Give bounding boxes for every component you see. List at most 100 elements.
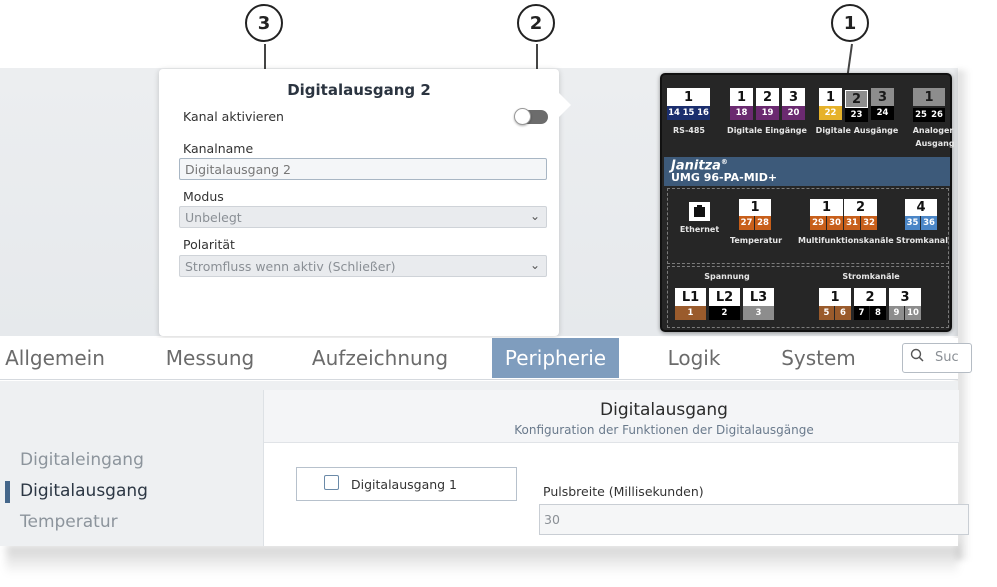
digital-input-1[interactable]: 1 [730,88,753,106]
ethernet-label: Ethernet [679,225,720,234]
page-shadow-right [956,70,970,560]
chevron-down-icon: ⌄ [529,209,540,223]
tab-allgemein[interactable]: Allgemein [0,338,110,378]
device-brand-band: Janitza® UMG 96-PA-MID+ [664,157,950,186]
content-header: Digitalausgang Konfiguration der Funktio… [264,390,959,443]
page-subtitle: Konfiguration der Funktionen der Digital… [514,423,814,437]
digital-inputs-label: Digitale Eingänge [727,126,807,135]
device-model: UMG 96-PA-MID+ [671,171,778,184]
pin: 29 [810,216,826,230]
page-shadow [6,545,958,575]
page-title: Digitalausgang [600,400,728,420]
enable-label: Kanal aktivieren [183,109,284,124]
search-input[interactable]: Suc [902,343,972,373]
voltage-l1[interactable]: L1 [675,288,706,306]
pin: 23 [845,108,868,122]
enable-toggle[interactable] [514,108,548,125]
pin: 28 [755,216,771,230]
multifunction-1[interactable]: 1 [810,199,843,216]
pin: 32 [861,216,877,230]
tab-logik[interactable]: Logik [655,338,733,378]
pin: 35 [905,216,920,230]
analog-label-line2: Ausgang [915,139,955,148]
tab-messung[interactable]: Messung [155,338,265,378]
ethernet-icon[interactable] [689,202,710,221]
pin: 3 [743,306,774,320]
search-placeholder: Suc [935,350,959,365]
channel-config-panel: Digitalausgang 2 Kanal aktivieren Kanaln… [159,69,571,336]
temperature-terminal[interactable]: 1 [739,199,771,216]
pin: 24 [871,106,894,120]
pin: 27 [739,216,754,230]
pin: 25 [913,108,929,122]
current-channel-terminal[interactable]: 4 [905,199,937,216]
digital-input-2[interactable]: 2 [756,88,779,106]
channel-label: Digitalausgang 1 [351,477,458,492]
rs485-label: RS-485 [673,126,705,135]
channel-checkbox[interactable] [324,475,339,490]
pin: 36 [921,216,937,230]
digital-input-3[interactable]: 3 [782,88,805,106]
sidebar-item-digitalausgang[interactable]: Digitalausgang [20,481,148,501]
panel-title: Digitalausgang 2 [287,81,431,99]
voltage-l3[interactable]: L3 [743,288,774,306]
pin: 6 [835,306,851,320]
callout-1: 1 [831,4,869,42]
pin: 14 [667,106,681,120]
pulse-width-input[interactable]: 30 [539,504,969,535]
polarity-label: Polarität [183,237,235,252]
tab-system[interactable]: System [770,338,867,378]
chevron-down-icon: ⌄ [529,258,540,272]
rs485-terminal[interactable]: 1 [667,88,710,106]
sidebar-item-digitaleingang[interactable]: Digitaleingang [20,450,144,470]
temperature-label: Temperatur [729,236,783,245]
main-content: Digitalausgang Konfiguration der Funktio… [263,390,969,546]
polarity-select[interactable]: Stromfluss wenn aktiv (Schließer) ⌄ [179,255,547,277]
pin: 7 [854,306,869,320]
channel-name-input[interactable]: Digitalausgang 2 [179,158,547,180]
pin: 2 [709,306,740,320]
tab-peripherie[interactable]: Peripherie [492,338,619,378]
pin: 31 [844,216,860,230]
pin: 26 [929,108,945,122]
toggle-knob [514,108,531,125]
pin: 15 [681,106,696,120]
current-channel-1[interactable]: 1 [819,288,851,306]
pin: 5 [819,306,834,320]
voltage-l2[interactable]: L2 [709,288,740,306]
pin: 1 [675,306,706,320]
active-marker [5,481,10,503]
mode-value: Unbelegt [185,210,242,225]
main-tab-bar: Allgemein Messung Aufzeichnung Peripheri… [0,338,972,380]
current-channels-label: Stromkanäle [842,272,900,281]
current-channel-2[interactable]: 2 [854,288,886,306]
digital-outputs-label: Digitale Ausgänge [815,126,899,135]
sidebar-item-temperatur[interactable]: Temperatur [20,512,118,532]
current-channel-label: Stromkanal [896,236,948,245]
mode-select[interactable]: Unbelegt ⌄ [179,206,547,228]
mode-label: Modus [183,189,224,204]
search-icon [910,348,924,362]
digital-output-3[interactable]: 3 [871,88,894,106]
current-channel-3[interactable]: 3 [889,288,921,306]
pin: 19 [756,106,779,120]
polarity-value: Stromfluss wenn aktiv (Schließer) [185,259,396,274]
pin: 9 [889,306,904,320]
pin: 20 [782,106,805,120]
tab-aufzeichnung[interactable]: Aufzeichnung [305,338,455,378]
pin: 18 [730,106,753,120]
pin: 10 [905,306,921,320]
digital-output-2[interactable]: 2 [845,90,868,108]
analog-output-terminal[interactable]: 1 [913,88,945,106]
multifunction-label: Multifunktionskanäle [798,236,894,245]
analog-label-line1: Analoger [912,126,954,135]
channel-list-item[interactable]: Digitalausgang 1 [296,467,517,501]
pin: 8 [870,306,886,320]
name-label: Kanalname [183,141,254,156]
multifunction-2[interactable]: 2 [844,199,877,216]
pin: 22 [819,106,842,120]
pulse-width-label: Pulsbreite (Millisekunden) [543,484,704,499]
digital-output-1[interactable]: 1 [819,88,842,106]
callout-2: 2 [517,4,555,42]
voltage-label: Spannung [704,272,750,281]
